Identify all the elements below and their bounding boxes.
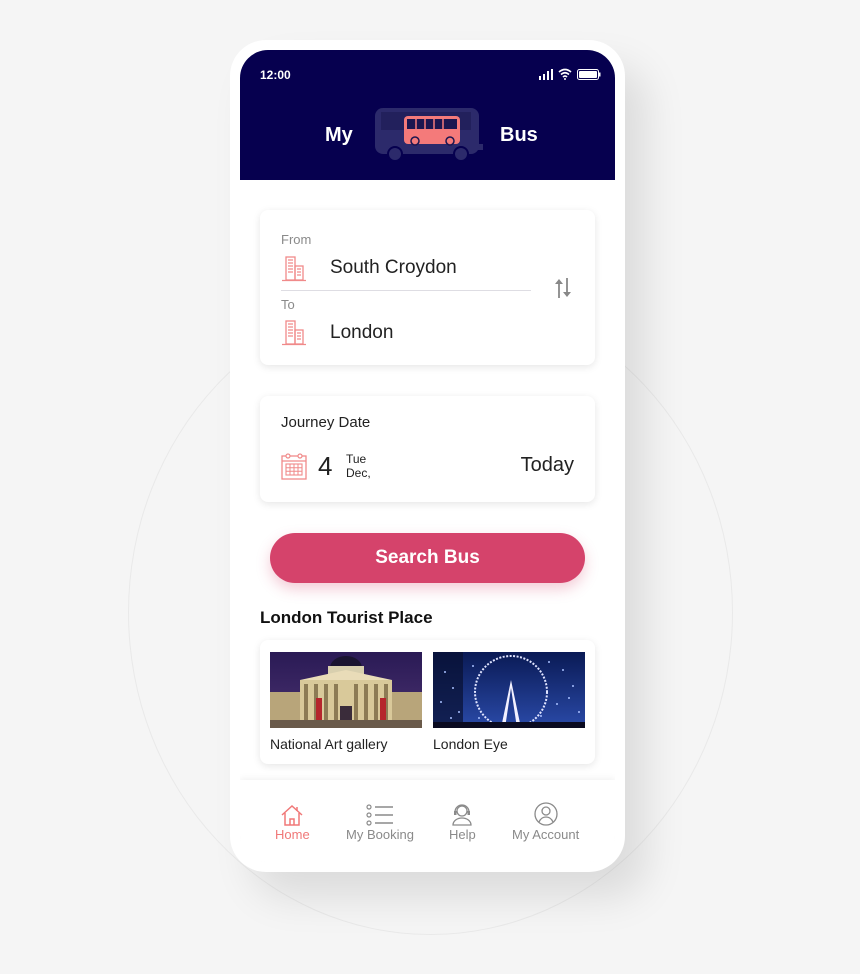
from-label: From [281,232,312,247]
bus-icon [375,108,483,162]
place-name: National Art gallery [270,736,388,752]
swap-vertical-icon[interactable] [552,276,574,300]
route-card: From South Croydon To London [260,210,595,365]
app-screen: 12:00 My Bus From South Croydon To Londo… [240,50,615,862]
journey-date-card[interactable]: Journey Date 4 Tue Dec, Today [260,396,595,502]
to-label: To [281,297,295,312]
tab-label: Help [449,827,476,842]
building-icon [282,256,306,282]
support-agent-icon [452,804,473,826]
battery-icon [577,68,601,80]
journey-month: Dec, [346,466,371,480]
journey-weekday: Tue [346,452,367,466]
journey-date-label: Journey Date [281,414,371,431]
tab-label: My Booking [346,827,414,842]
tab-home[interactable]: Home [275,802,310,842]
search-bus-button[interactable]: Search Bus [270,533,585,583]
journey-day: 4 [318,451,333,481]
route-divider [281,290,531,291]
tab-label: My Account [512,827,580,842]
brand-text-my: My [325,124,353,146]
journey-weekday-month: Tue Dec, [346,452,371,480]
tab-label: Home [275,827,310,842]
place-name: London Eye [433,736,508,752]
wifi-icon [558,68,572,80]
building-icon [282,320,306,346]
tab-help[interactable]: Help [449,802,476,842]
tab-my-account[interactable]: My Account [512,802,579,842]
signal-icon [539,68,553,80]
main-content: From South Croydon To London Journey Dat… [240,180,615,780]
brand-text-bus: Bus [500,124,538,146]
list-icon [366,804,393,826]
journey-relative-day[interactable]: Today [521,454,574,477]
home-icon [281,804,303,826]
to-city-input[interactable]: London [330,322,393,344]
user-circle-icon [533,802,558,826]
bottom-tab-bar: Home My Booking Help My Account [240,780,615,862]
from-city-input[interactable]: South Croydon [330,257,457,279]
app-header: 12:00 My Bus [240,50,615,180]
national-gallery-photo [270,652,422,728]
calendar-icon [281,453,307,480]
tourist-section-title: London Tourist Place [260,608,433,627]
phone-frame: 12:00 My Bus From South Croydon To Londo… [230,40,625,872]
tab-my-booking[interactable]: My Booking [346,802,414,842]
tourist-places-card: National Art gallery London Eye [260,640,595,764]
status-icons [539,68,601,80]
place-item-national-gallery[interactable]: National Art gallery [270,652,422,752]
place-item-london-eye[interactable]: London Eye [433,652,585,752]
status-time: 12:00 [260,68,291,82]
london-eye-photo [433,652,585,728]
